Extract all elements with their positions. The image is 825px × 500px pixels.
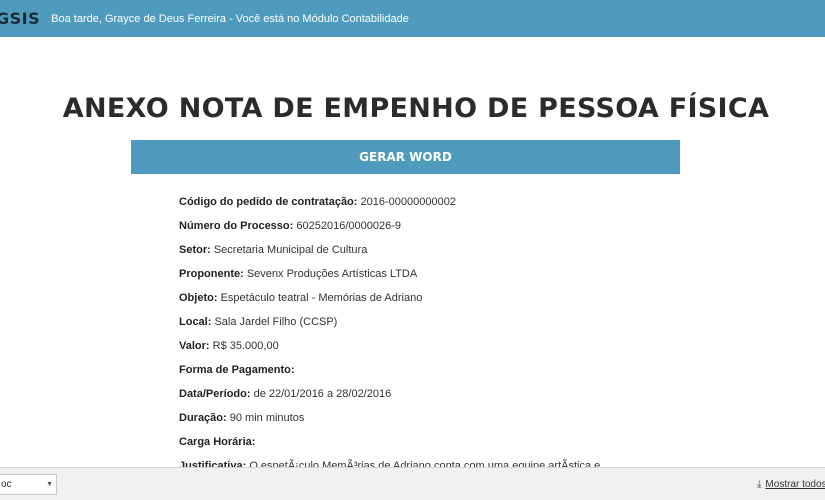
field-value: Secretaria Municipal de Cultura bbox=[213, 244, 368, 256]
field-label: Valor: bbox=[179, 340, 210, 352]
field-label: Data/Período: bbox=[179, 388, 251, 400]
field-codigo-pedido: Código do pedido de contratação: 2016-00… bbox=[179, 192, 779, 216]
greeting-text: Boa tarde, Grayce de Deus Ferreira - Voc… bbox=[51, 12, 409, 25]
field-value: 2016-00000000002 bbox=[360, 196, 456, 208]
show-all-downloads-link[interactable]: ⤓ Mostrar todos bbox=[757, 479, 825, 490]
field-forma-pagamento: Forma de Pagamento: bbox=[179, 360, 779, 384]
field-setor: Setor: Secretaria Municipal de Cultura bbox=[179, 240, 779, 264]
field-label: Carga Horária: bbox=[179, 436, 256, 448]
field-objeto: Objeto: Espetáculo teatral - Memórias de… bbox=[179, 288, 779, 312]
field-value: Sevenx Produções Artísticas LTDA bbox=[246, 268, 418, 280]
field-label: Código do pedido de contratação: bbox=[179, 196, 358, 208]
field-numero-processo: Número do Processo: 60252016/0000026-9 bbox=[179, 216, 779, 240]
field-label: Objeto: bbox=[179, 292, 218, 304]
field-value: 60252016/0000026-9 bbox=[296, 220, 401, 232]
field-proponente: Proponente: Sevenx Produções Artísticas … bbox=[179, 264, 779, 288]
field-label: Proponente: bbox=[179, 268, 244, 280]
top-navbar: GSIS Boa tarde, Grayce de Deus Ferreira … bbox=[0, 0, 825, 37]
field-value: de 22/01/2016 a 28/02/2016 bbox=[253, 388, 392, 400]
field-value: Espetáculo teatral - Memórias de Adriano bbox=[220, 292, 423, 304]
details-list: Código do pedido de contratação: 2016-00… bbox=[179, 192, 779, 480]
download-bar: oc ▼ ⤓ Mostrar todos bbox=[0, 467, 825, 500]
field-local: Local: Sala Jardel Filho (CCSP) bbox=[179, 312, 779, 336]
download-item[interactable]: oc ▼ bbox=[0, 474, 57, 495]
field-value: Sala Jardel Filho (CCSP) bbox=[214, 316, 338, 328]
field-data-periodo: Data/Período: de 22/01/2016 a 28/02/2016 bbox=[179, 384, 779, 408]
show-all-label: Mostrar todos bbox=[765, 479, 825, 490]
field-value: R$ 35.000,00 bbox=[212, 340, 279, 352]
field-carga-horaria: Carga Horária: bbox=[179, 432, 779, 456]
app-logo[interactable]: GSIS bbox=[0, 9, 40, 28]
field-valor: Valor: R$ 35.000,00 bbox=[179, 336, 779, 360]
field-label: Forma de Pagamento: bbox=[179, 364, 295, 376]
field-label: Número do Processo: bbox=[179, 220, 294, 232]
field-label: Duração: bbox=[179, 412, 227, 424]
page-title: ANEXO NOTA DE EMPENHO DE PESSOA FÍSICA bbox=[62, 93, 770, 124]
field-value: 90 min minutos bbox=[229, 412, 305, 424]
download-icon: ⤓ bbox=[757, 479, 762, 490]
gerar-word-button[interactable]: GERAR WORD bbox=[131, 140, 680, 174]
download-item-label: oc bbox=[1, 479, 12, 490]
field-label: Local: bbox=[179, 316, 212, 328]
field-label: Setor: bbox=[179, 244, 211, 256]
chevron-down-icon[interactable]: ▼ bbox=[46, 475, 53, 494]
field-duracao: Duração: 90 min minutos bbox=[179, 408, 779, 432]
